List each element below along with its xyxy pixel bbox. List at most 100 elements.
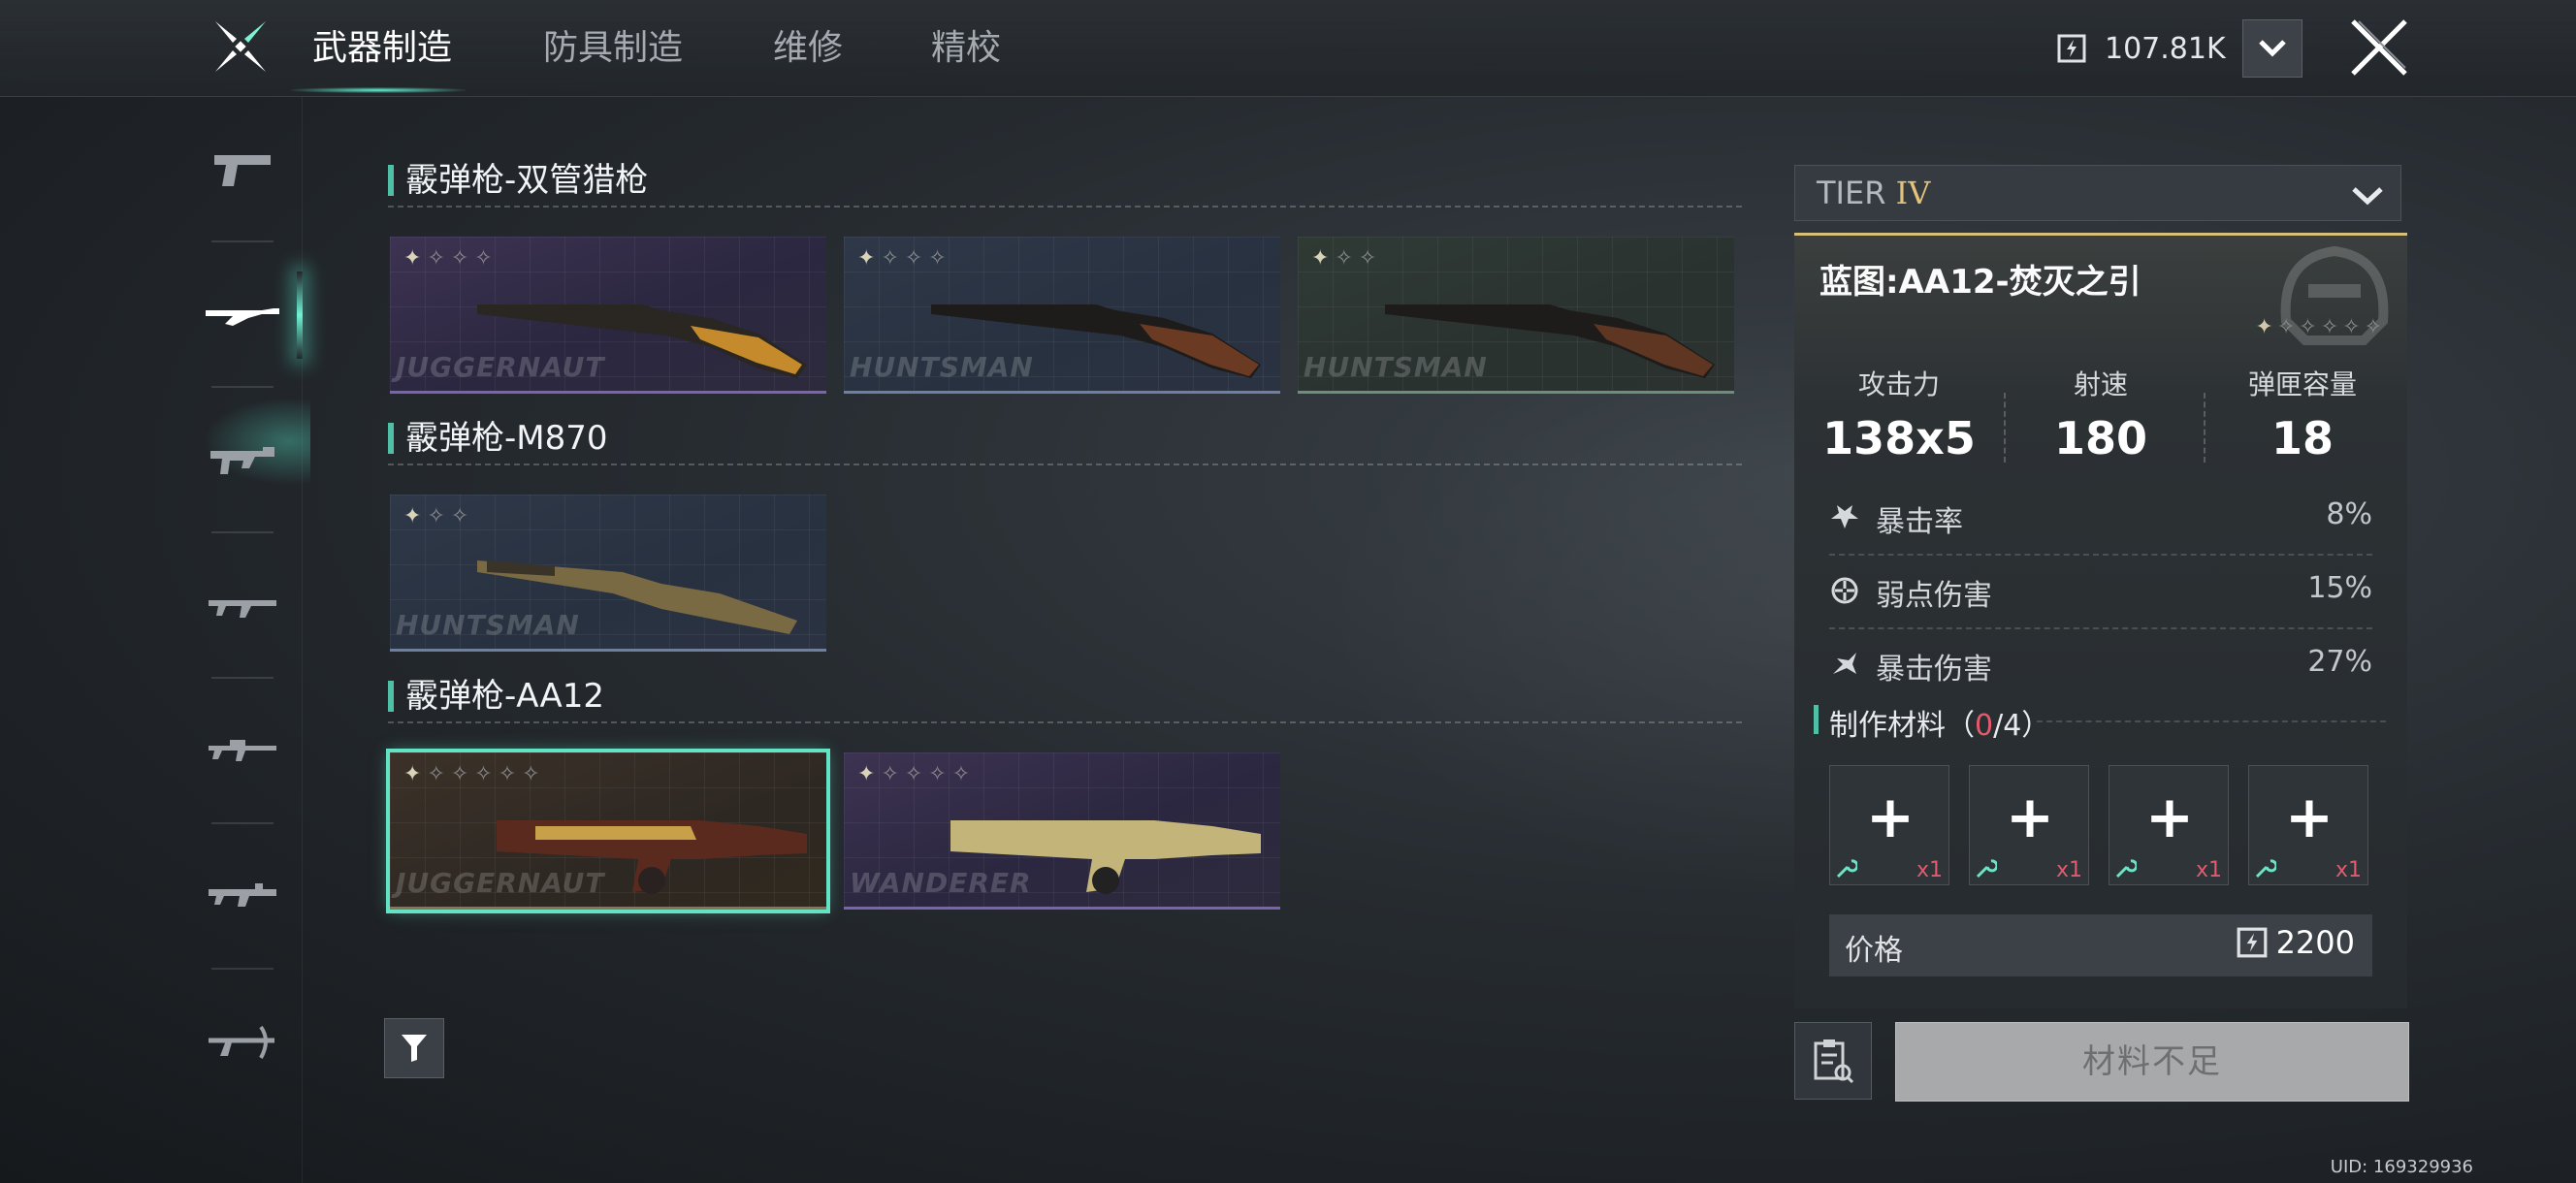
nav-item-shotgun[interactable] [194,242,303,388]
shotgun-icon [206,308,279,326]
weapon-card-aa12-juggernaut[interactable]: ✦✧✧✧✧✧ JUGGERNAUT [386,749,830,913]
material-slot[interactable]: + x1 [2109,765,2229,885]
materials-divider [2037,720,2386,722]
tab-armor-craft[interactable]: 防具制造 [543,19,683,78]
clipboard-search-icon [1814,1039,1854,1084]
logo-icon [215,21,266,72]
rifle-icon [209,740,276,761]
nav-item-crossbow[interactable] [194,970,291,1115]
stat-label: 弹匣容量 [2247,368,2357,400]
rarity-stars: ✦✧✧ [403,504,475,528]
nav-item-pistol[interactable] [194,97,291,242]
material-qty: x1 [2055,858,2082,882]
stat-label: 攻击力 [1857,368,1940,400]
aa12-shotgun-icon [950,820,1261,894]
filter-icon [402,1035,427,1062]
aa12-shotgun-icon [497,820,807,894]
wrench-icon [1976,859,1997,879]
assault-rifle-icon [209,600,276,618]
materials-label: 制作材料 [1829,709,1946,743]
add-material-icon: + [1865,783,1916,851]
crit-rate-icon [1831,505,1858,528]
weakpoint-icon [1831,577,1858,604]
material-slot[interactable]: + x1 [1969,765,2089,885]
tier-label: TIER [1817,175,1886,211]
price-bar: 价格 2200 [1829,914,2372,976]
blueprint-detail-box: 蓝图:AA12-焚灭之引 ✦✧✧✧✧✧ 攻击力 138x5 射速 180 弹匣容… [1794,233,2407,1008]
material-slot[interactable]: + x1 [2248,765,2368,885]
sub-stat-weakpoint: 弱点伤害 15% [1829,560,2372,629]
section-title-double-barrel: 霰弹枪-双管猎枪 [388,159,648,202]
filter-button[interactable] [384,1018,444,1078]
top-bar: 武器制造 防具制造 维修 精校 107.81K [0,0,2576,97]
weapon-card-double-barrel-juggernaut[interactable]: ✦✧✧✧ JUGGERNAUT [390,237,826,394]
rarity-stars: ✦✧✧ [1311,246,1383,271]
nav-item-assault-rifle[interactable] [194,533,291,679]
chevron-down-icon [2259,40,2286,57]
add-material-icon: + [2284,783,2334,851]
tab-calibrate[interactable]: 精校 [931,19,1001,78]
pump-shotgun-icon [477,560,797,634]
rarity-stars: ✦✧✧✧✧✧ [2255,315,2386,339]
user-id: UID: 169329936 [2330,1157,2473,1177]
material-qty: x1 [2334,858,2362,882]
blueprint-detail-panel: TIER IV 蓝图:AA12-焚灭之引 ✦✧✧✧✧✧ 攻击力 138x5 射速… [1794,165,2407,1008]
rarity-stars: ✦✧✧✧✧ [857,762,977,786]
sub-stat-label: 暴击伤害 [1876,653,1992,687]
materials-count-open: （ [1946,709,1975,743]
wrench-icon [2255,859,2276,879]
currency-dropdown-button[interactable] [2242,19,2302,78]
double-barrel-shotgun-icon [1385,304,1715,378]
stat-fire-rate: 射速 180 [2004,364,2198,464]
sub-stat-label: 暴击率 [1876,505,1963,539]
smg-icon [210,447,274,474]
active-tab-indicator [291,87,466,93]
add-material-icon: + [2144,783,2195,851]
sub-stat-value: 27% [2307,645,2372,679]
section-divider [388,464,1742,465]
nav-item-rifle[interactable] [194,679,291,824]
add-material-icon: + [2005,783,2055,851]
weapon-card-double-barrel-huntsman-1[interactable]: ✦✧✧✧ HUNTSMAN [844,237,1280,394]
crit-damage-icon [1833,653,1856,674]
lmg-icon [209,883,276,907]
double-barrel-shotgun-icon [477,304,807,378]
stat-magazine: 弹匣容量 18 [2206,364,2399,464]
currency-display: 107.81K [2056,23,2226,74]
materials-count-close: ） [2021,709,2051,743]
pistol-icon [214,155,271,186]
weapon-card-aa12-wanderer[interactable]: ✦✧✧✧✧ WANDERER [844,752,1280,910]
nav-item-lmg[interactable] [194,824,291,970]
craft-button[interactable]: 材料不足 [1895,1022,2409,1102]
nav-item-smg[interactable] [194,388,291,533]
wrench-icon [2115,859,2137,879]
weapon-card-m870-huntsman[interactable]: ✦✧✧ HUNTSMAN [390,495,826,652]
price-value-group: 2200 [2236,924,2355,961]
stat-value: 138x5 [1822,412,1976,464]
sub-stat-crit-damage: 暴击伤害 27% [1829,633,2372,703]
wrench-icon [1836,859,1857,879]
sub-stat-value: 8% [2326,497,2372,531]
materials-title: 制作材料（0/4） [1814,701,2050,744]
section-title-m870: 霰弹枪-M870 [388,417,608,460]
craft-log-button[interactable] [1794,1022,1872,1100]
price-label: 价格 [1845,934,1903,968]
weapon-category-nav [0,97,310,1183]
double-barrel-shotgun-icon [931,304,1261,378]
sub-stat-crit-rate: 暴击率 8% [1829,486,2372,556]
material-slot[interactable]: + x1 [1829,765,1949,885]
stat-value: 18 [2270,412,2334,464]
materials-count-separator: / [1993,709,2004,743]
weapon-card-double-barrel-huntsman-2[interactable]: ✦✧✧ HUNTSMAN [1298,237,1734,394]
materials-have: 0 [1975,709,1994,743]
tab-weapon-craft[interactable]: 武器制造 [312,19,452,78]
crossbow-icon [209,1025,274,1059]
stat-value: 180 [2053,412,2148,464]
chevron-down-icon [2352,187,2383,206]
tab-repair[interactable]: 维修 [773,19,843,78]
rarity-stars: ✦✧✧✧ [403,246,499,271]
currency-amount: 107.81K [2105,31,2226,66]
close-icon[interactable] [2345,14,2413,81]
tier-selector[interactable]: TIER IV [1794,165,2401,221]
materials-need: 4 [2003,709,2022,743]
